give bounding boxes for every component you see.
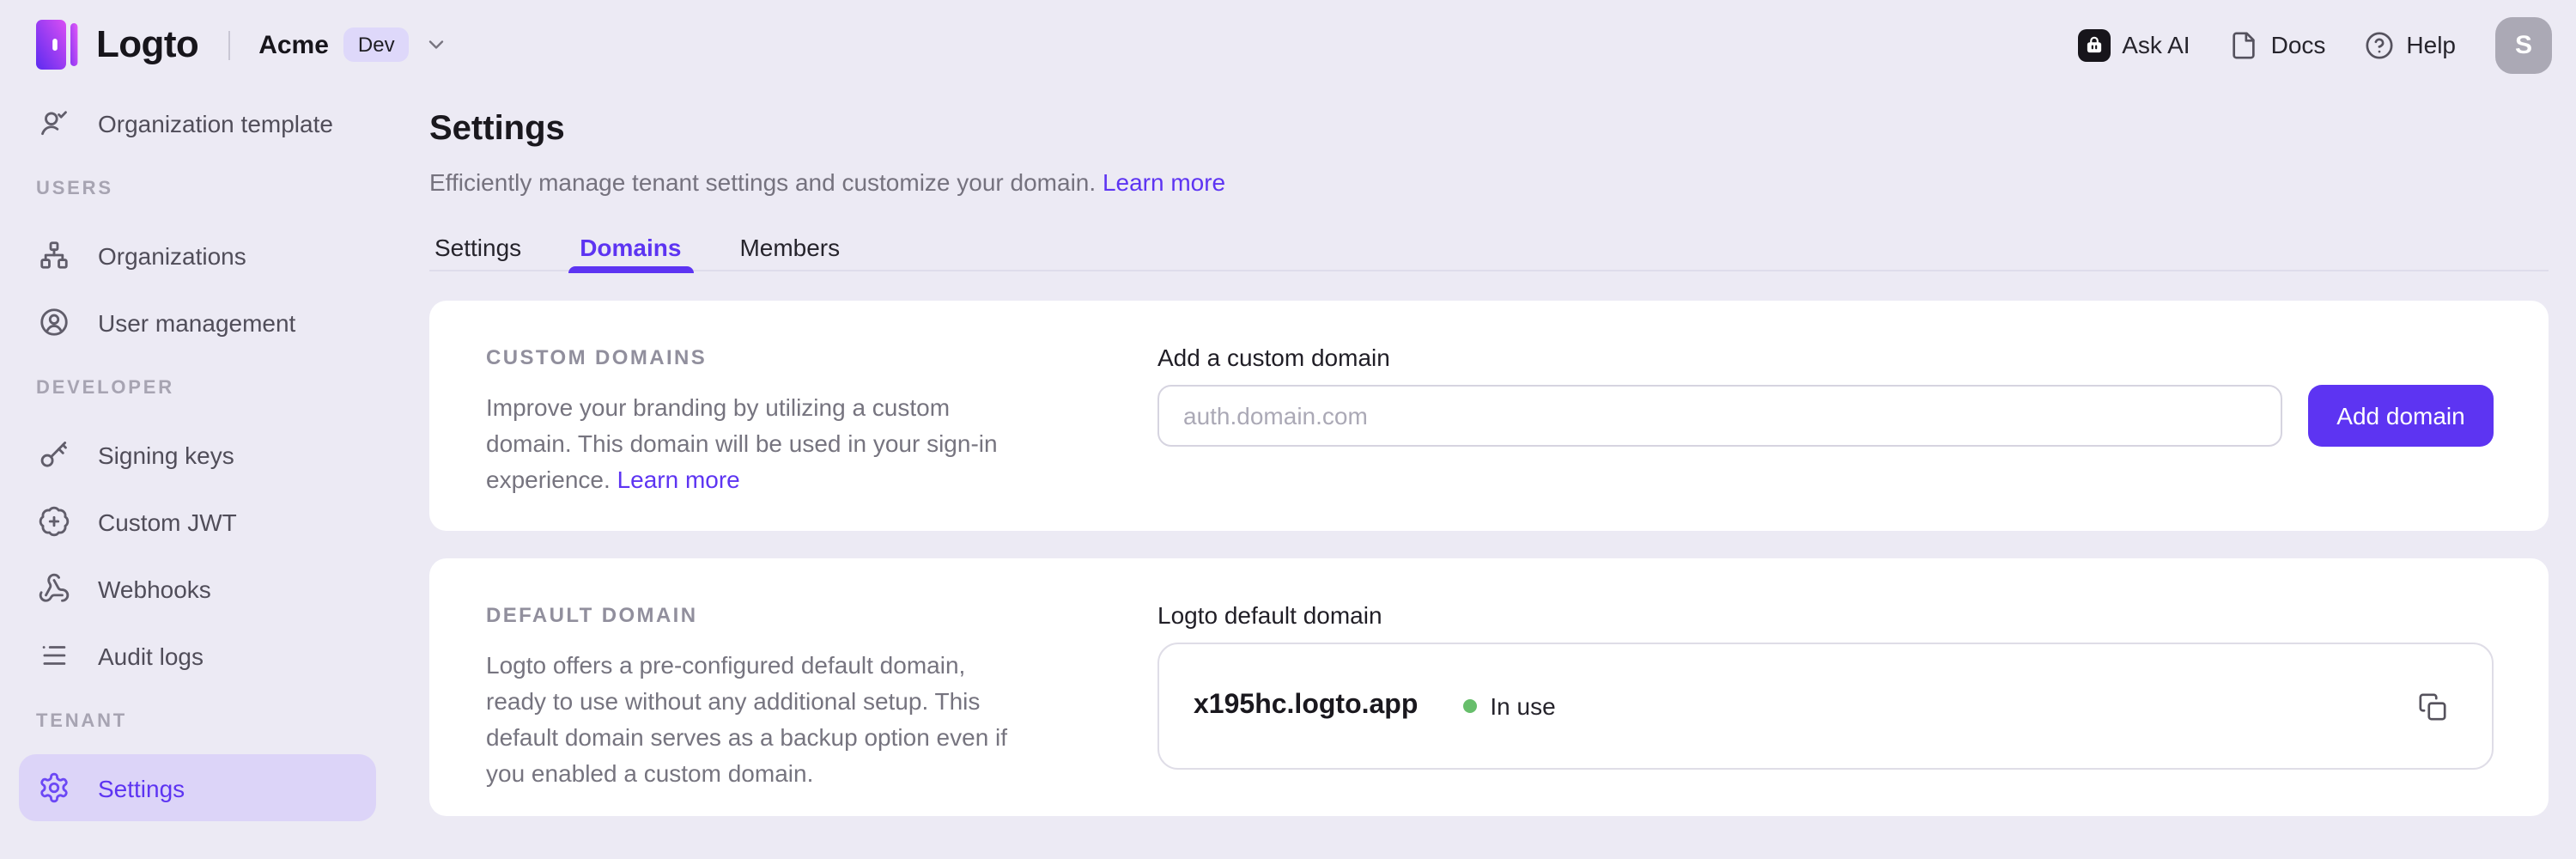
custom-domains-description: Improve your branding by utilizing a cus… xyxy=(486,390,1089,498)
topbar-actions: Ask AI Docs Help S xyxy=(2077,16,2552,73)
copy-icon xyxy=(2418,691,2447,721)
main-content: Settings Efficiently manage tenant setti… xyxy=(395,89,2576,859)
default-domain-panel: Logto default domain x195hc.logto.app In… xyxy=(1157,603,2494,816)
tenant-selector[interactable]: Acme Dev xyxy=(258,27,447,62)
default-domain-description: Logto offers a pre-configured default do… xyxy=(486,648,1089,792)
default-domain-info: DEFAULT DOMAIN Logto offers a pre-config… xyxy=(486,603,1157,816)
page-description: Efficiently manage tenant settings and c… xyxy=(429,165,2549,199)
custom-domains-learn-more-link[interactable]: Learn more xyxy=(617,466,740,493)
tenant-name: Acme xyxy=(258,30,329,59)
sidebar-item-user-management[interactable]: User management xyxy=(19,289,376,356)
sidebar-section-tenant: TENANT xyxy=(19,689,376,754)
green-dot xyxy=(1462,699,1476,713)
logto-logo: Logto xyxy=(34,19,198,70)
custom-domains-card: CUSTOM DOMAINS Improve your branding by … xyxy=(429,301,2549,531)
user-check-icon xyxy=(36,106,70,140)
sidebar-item-label: User management xyxy=(98,308,295,336)
list-icon xyxy=(36,638,70,673)
default-domain-value: x195hc.logto.app xyxy=(1194,691,1418,722)
sidebar-item-label: Organizations xyxy=(98,241,246,269)
file-icon xyxy=(2230,30,2259,59)
tab-bar: Settings Domains Members xyxy=(429,234,2549,271)
sidebar-item-webhooks[interactable]: Webhooks xyxy=(19,555,376,622)
env-badge: Dev xyxy=(344,27,409,62)
help-button[interactable]: Help xyxy=(2365,30,2456,59)
custom-domains-form: Add a custom domain Add domain xyxy=(1157,345,2494,531)
sidebar-item-audit-logs[interactable]: Audit logs xyxy=(19,622,376,689)
domain-status-text: In use xyxy=(1490,692,1555,720)
add-domain-button[interactable]: Add domain xyxy=(2308,385,2494,447)
sidebar-item-organizations[interactable]: Organizations xyxy=(19,222,376,289)
gear-icon xyxy=(36,771,70,805)
sidebar: Organization template USERS Organization… xyxy=(0,89,395,859)
tab-members[interactable]: Members xyxy=(734,234,845,270)
logto-default-domain-label: Logto default domain xyxy=(1157,603,2494,629)
key-icon xyxy=(36,437,70,472)
docs-label: Docs xyxy=(2271,31,2326,58)
sidebar-item-label: Audit logs xyxy=(98,642,204,669)
logto-console: Logto Acme Dev Ask AI xyxy=(0,0,2576,859)
add-domain-row: Add domain xyxy=(1157,385,2494,447)
sidebar-section-developer: DEVELOPER xyxy=(19,356,376,421)
tab-settings[interactable]: Settings xyxy=(429,234,526,270)
custom-domain-input[interactable] xyxy=(1157,385,2282,447)
ask-ai-button[interactable]: Ask AI xyxy=(2077,28,2190,61)
sidebar-item-label: Settings xyxy=(98,774,185,801)
sidebar-item-label: Signing keys xyxy=(98,441,234,468)
help-label: Help xyxy=(2406,31,2456,58)
page-description-text: Efficiently manage tenant settings and c… xyxy=(429,168,1096,196)
org-chart-icon xyxy=(36,238,70,272)
topbar-divider xyxy=(228,30,229,59)
badge-plus-icon xyxy=(36,504,70,539)
sidebar-item-organization-template[interactable]: Organization template xyxy=(19,89,376,156)
user-circle-icon xyxy=(36,305,70,339)
default-domain-section-title: DEFAULT DOMAIN xyxy=(486,603,1089,627)
sidebar-section-users: USERS xyxy=(19,156,376,222)
logto-logo-icon xyxy=(34,19,79,70)
webhook-icon xyxy=(36,571,70,606)
docs-button[interactable]: Docs xyxy=(2230,30,2326,59)
chevron-down-icon xyxy=(424,33,448,57)
sidebar-item-signing-keys[interactable]: Signing keys xyxy=(19,421,376,488)
robot-icon xyxy=(2077,28,2110,61)
user-avatar[interactable]: S xyxy=(2495,16,2552,73)
sidebar-item-label: Webhooks xyxy=(98,575,211,602)
default-domain-row: x195hc.logto.app In use xyxy=(1157,643,2494,770)
ask-ai-label: Ask AI xyxy=(2122,31,2190,58)
page-title: Settings xyxy=(429,107,2549,151)
copy-domain-button[interactable] xyxy=(2415,688,2451,724)
page-learn-more-link[interactable]: Learn more xyxy=(1103,168,1225,196)
topbar: Logto Acme Dev Ask AI xyxy=(0,0,2576,89)
add-custom-domain-label: Add a custom domain xyxy=(1157,345,2494,371)
sidebar-item-custom-jwt[interactable]: Custom JWT xyxy=(19,488,376,555)
sidebar-item-settings[interactable]: Settings xyxy=(19,754,376,821)
default-domain-card: DEFAULT DOMAIN Logto offers a pre-config… xyxy=(429,558,2549,816)
help-circle-icon xyxy=(2365,30,2394,59)
sidebar-item-label: Organization template xyxy=(98,109,333,137)
brand-name: Logto xyxy=(96,22,198,67)
domain-status: In use xyxy=(1462,692,1555,720)
sidebar-item-label: Custom JWT xyxy=(98,508,237,535)
custom-domains-info: CUSTOM DOMAINS Improve your branding by … xyxy=(486,345,1157,531)
tab-domains[interactable]: Domains xyxy=(574,234,686,270)
custom-domains-section-title: CUSTOM DOMAINS xyxy=(486,345,1089,369)
